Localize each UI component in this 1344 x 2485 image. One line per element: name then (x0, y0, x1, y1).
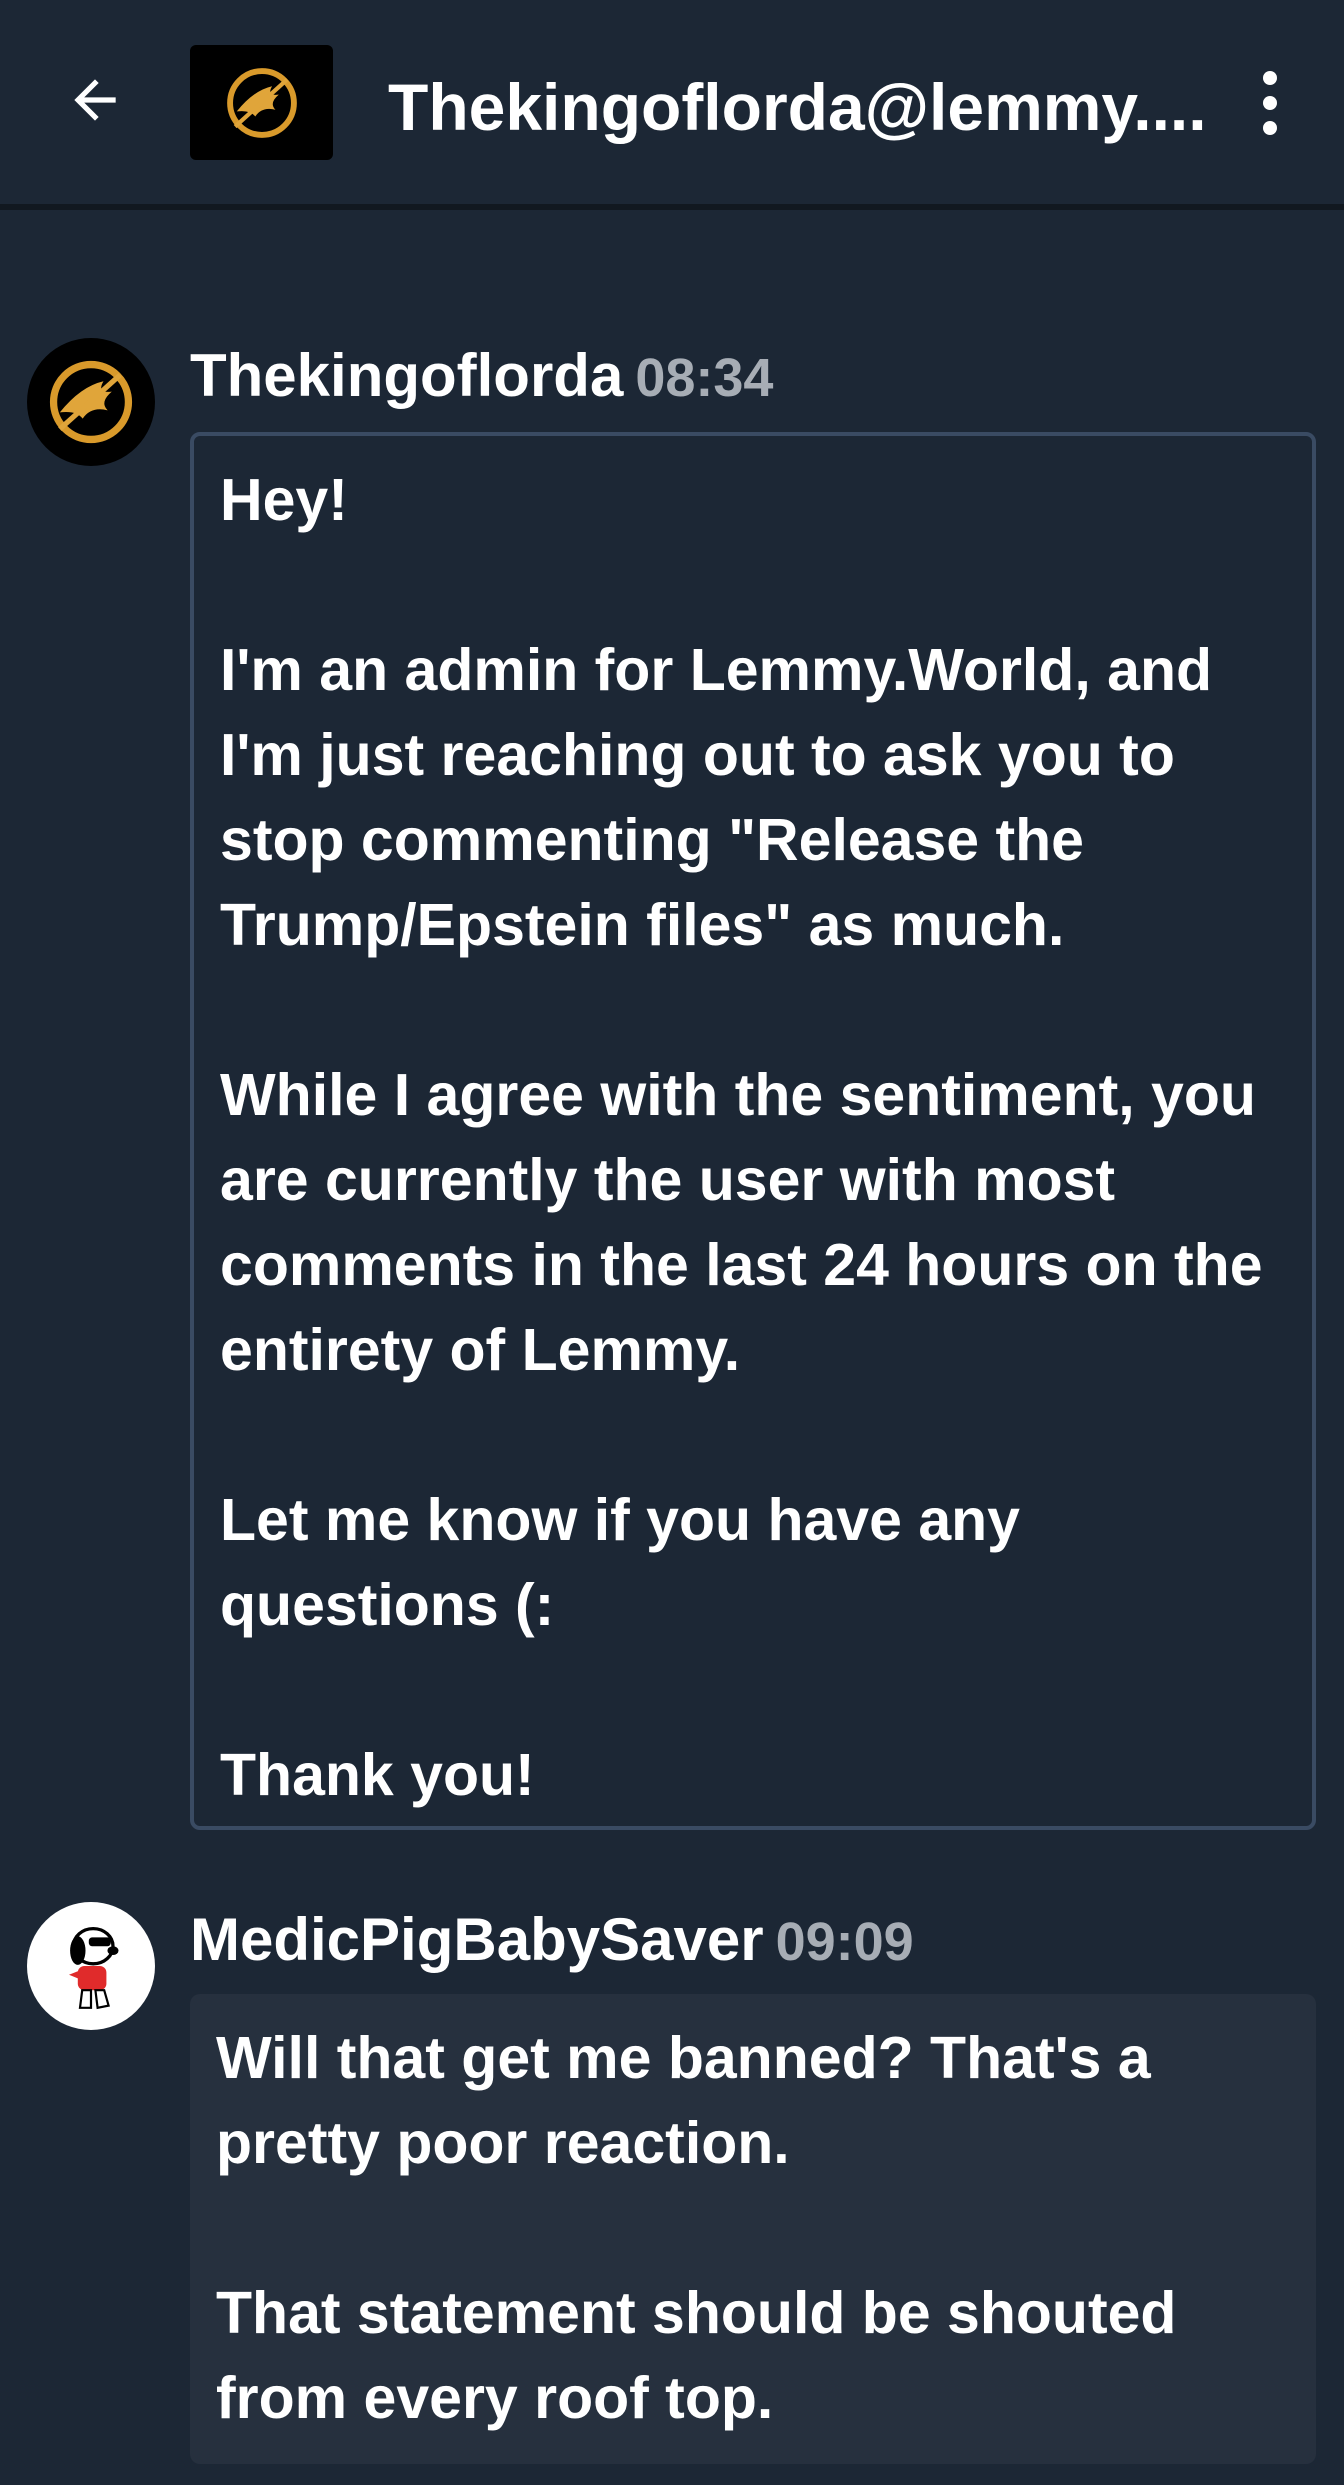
snoopy-avatar (69, 1926, 119, 2010)
back-button[interactable] (50, 55, 140, 145)
message-paragraph: Will that get me banned? That's a pretty… (216, 2025, 1151, 2176)
arrow-left-icon (74, 79, 116, 121)
overflow-menu-button[interactable] (1230, 58, 1310, 148)
mockingjay-logo (226, 67, 297, 138)
top-app-bar: Thekingoflorda@lemmy.... (0, 0, 1344, 210)
more-vertical-icon (1263, 71, 1277, 135)
message-bubble: Will that get me banned? That's a pretty… (190, 1994, 1316, 2464)
conversation-avatar[interactable] (190, 45, 333, 160)
message-header: Thekingoflorda 08:34 (190, 336, 773, 418)
author-name[interactable]: Thekingoflorda (190, 342, 623, 409)
author-name[interactable]: MedicPigBabySaver (190, 1906, 764, 1973)
mockingjay-logo (49, 360, 133, 444)
message-time: 08:34 (635, 348, 774, 408)
message-header: MedicPigBabySaver 09:09 (190, 1900, 914, 1982)
message-paragraph: That statement should be shouted from ev… (216, 2280, 1177, 2431)
message-paragraph: While I agree with the sentiment, you ar… (220, 1062, 1263, 1383)
avatar[interactable] (27, 1902, 155, 2030)
message-paragraph: Hey! (220, 467, 348, 533)
message-bubble: Hey! I'm an admin for Lemmy.World, and I… (190, 432, 1316, 1830)
avatar[interactable] (27, 338, 155, 466)
conversation-title: Thekingoflorda@lemmy.... (388, 70, 1207, 144)
message-paragraph: Let me know if you have any questions (: (220, 1487, 1020, 1638)
message-paragraph: I'm an admin for Lemmy.World, and I'm ju… (220, 637, 1213, 958)
message-time: 09:09 (775, 1912, 914, 1972)
message-paragraph: Thank you! (220, 1742, 535, 1808)
